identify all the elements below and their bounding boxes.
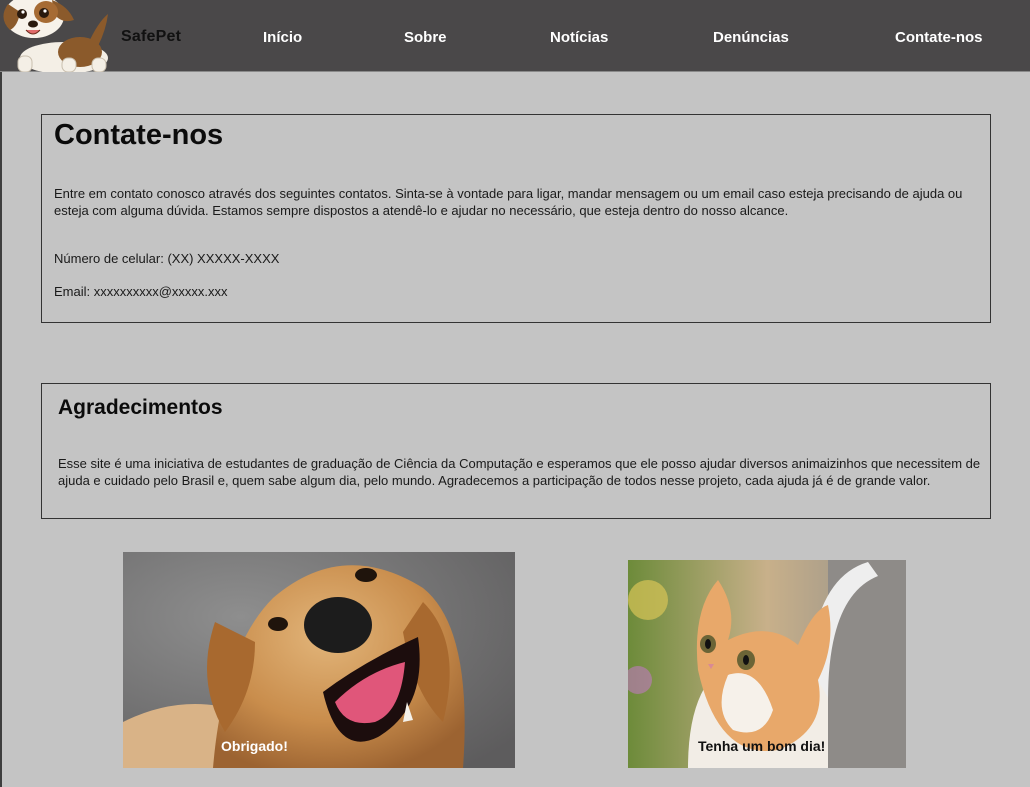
nav-link-news[interactable]: Notícias xyxy=(550,29,608,46)
cat-caption: Tenha um bom dia! xyxy=(698,738,826,754)
cat-photo: Tenha um bom dia! xyxy=(628,560,906,768)
thanks-text: Esse site é uma iniciativa de estudantes… xyxy=(58,456,981,488)
puppy-logo-icon[interactable] xyxy=(0,0,118,72)
top-navbar: SafePet Início Sobre Notícias Denúncias … xyxy=(0,0,1030,72)
nav-link-contact[interactable]: Contate-nos xyxy=(895,29,983,46)
dog-photo: Obrigado! xyxy=(123,552,515,768)
dog-caption: Obrigado! xyxy=(221,738,288,754)
contact-phone: Número de celular: (XX) XXXXX-XXXX xyxy=(54,251,280,266)
contact-title: Contate-nos xyxy=(54,119,224,151)
contact-email: Email: xxxxxxxxxx@xxxxx.xxx xyxy=(54,284,228,299)
cat-illustration xyxy=(628,560,906,768)
contact-intro-text: Entre em contato conosco através dos seg… xyxy=(54,186,963,218)
nav-link-reports[interactable]: Denúncias xyxy=(713,29,789,46)
thanks-title: Agradecimentos xyxy=(58,396,223,419)
contact-section: Contate-nos Entre em contato conosco atr… xyxy=(41,114,991,323)
thanks-section: Agradecimentos Esse site é uma iniciativ… xyxy=(41,383,991,519)
brand-name[interactable]: SafePet xyxy=(121,28,181,46)
nav-link-about[interactable]: Sobre xyxy=(404,29,447,46)
nav-link-home[interactable]: Início xyxy=(263,29,302,46)
dog-illustration xyxy=(123,552,515,768)
